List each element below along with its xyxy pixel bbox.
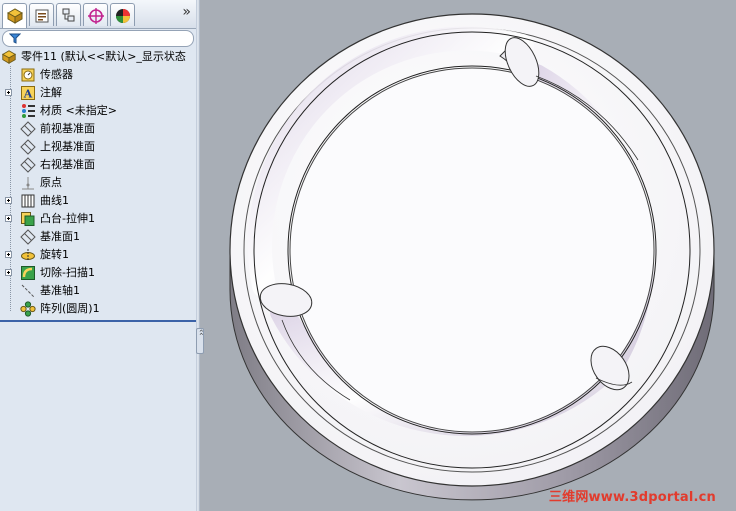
tree-item-label: 基准轴1: [40, 284, 80, 297]
part-icon: [1, 50, 17, 64]
tree-item-origin[interactable]: 原点: [0, 174, 196, 192]
tree-root-part[interactable]: 零件11 (默认<<默认>_显示状态: [0, 48, 196, 66]
tab-dimxpert-manager[interactable]: [83, 3, 108, 26]
feature-manager-icon: [6, 8, 24, 24]
watermark-text: 三维网www.3dportal.cn: [548, 490, 716, 505]
manager-tab-bar: »: [0, 0, 196, 29]
display-manager-icon: [116, 9, 130, 23]
configuration-manager-icon: [62, 8, 75, 22]
tree-item-label: 注解: [40, 86, 62, 99]
tree-item-circular-pattern[interactable]: 阵列(圆周)1: [0, 300, 196, 318]
revolve-icon: [21, 249, 35, 261]
expand-toggle[interactable]: [5, 89, 12, 96]
expand-toggle[interactable]: [5, 251, 12, 258]
material-icon: [22, 104, 35, 118]
tree-item-label: 原点: [40, 176, 62, 189]
tab-configuration-manager[interactable]: [56, 3, 81, 26]
plane-icon: [20, 157, 36, 173]
tree-item-right-plane[interactable]: 右视基准面: [0, 156, 196, 174]
tree-item-annotations[interactable]: A 注解: [0, 84, 196, 102]
tree-end-divider: [0, 320, 196, 322]
tree-item-front-plane[interactable]: 前视基准面: [0, 120, 196, 138]
more-tabs-button[interactable]: »: [182, 4, 191, 20]
circular-pattern-icon: [20, 301, 36, 317]
filter-icon: [9, 33, 21, 44]
expand-toggle[interactable]: [5, 197, 12, 204]
tree-item-curve[interactable]: 曲线1: [0, 192, 196, 210]
tree-root-label: 零件11 (默认<<默认>_显示状态: [21, 50, 186, 63]
tree-item-label: 右视基准面: [40, 158, 95, 171]
tree-item-label: 基准面1: [40, 230, 80, 243]
extrude-icon: [21, 212, 35, 226]
tree-item-label: 凸台-拉伸1: [40, 212, 95, 225]
tree-item-top-plane[interactable]: 上视基准面: [0, 138, 196, 156]
tree-item-label: 传感器: [40, 68, 73, 81]
feature-tree: 零件11 (默认<<默认>_显示状态 传感器 A 注解 材质 <未指定> 前视基…: [0, 48, 196, 318]
tree-item-label: 上视基准面: [40, 140, 95, 153]
tree-item-sensors[interactable]: 传感器: [0, 66, 196, 84]
plane-icon: [20, 139, 36, 155]
svg-text:A: A: [23, 88, 33, 101]
annotation-icon: A: [21, 86, 35, 101]
expand-toggle[interactable]: [5, 215, 12, 222]
part-model-render: [229, 13, 715, 501]
tab-display-manager[interactable]: [110, 3, 135, 26]
tree-item-label: 曲线1: [40, 194, 69, 207]
tree-item-boss-extrude[interactable]: 凸台-拉伸1: [0, 210, 196, 228]
sweep-cut-icon: [21, 266, 35, 280]
tree-item-label: 阵列(圆周)1: [40, 302, 100, 315]
feature-manager-panel: » 零件11 (默认<<默认>_显示状态 传感器 A 注解 材质 <未指定> 前…: [0, 0, 196, 511]
dimxpert-icon: [88, 8, 104, 24]
curve-icon: [21, 194, 35, 208]
filter-input[interactable]: [2, 30, 194, 47]
expand-toggle[interactable]: [5, 269, 12, 276]
plane-icon: [20, 229, 36, 245]
tree-item-label: 旋转1: [40, 248, 69, 261]
graphics-viewport[interactable]: 三维网www.3dportal.cn: [200, 0, 736, 511]
origin-icon: [22, 177, 34, 190]
axis-icon: [21, 284, 35, 298]
tree-item-label: 材质 <未指定>: [40, 104, 117, 117]
tab-property-manager[interactable]: [29, 3, 54, 26]
tree-item-revolve[interactable]: 旋转1: [0, 246, 196, 264]
tree-item-cut-sweep[interactable]: 切除-扫描1: [0, 264, 196, 282]
tree-item-axis[interactable]: 基准轴1: [0, 282, 196, 300]
plane-icon: [20, 121, 36, 137]
property-manager-icon: [35, 9, 49, 23]
tree-item-plane1[interactable]: 基准面1: [0, 228, 196, 246]
tree-item-label: 前视基准面: [40, 122, 95, 135]
tree-item-label: 切除-扫描1: [40, 266, 95, 279]
tab-feature-manager[interactable]: [2, 3, 27, 28]
tree-item-material[interactable]: 材质 <未指定>: [0, 102, 196, 120]
sensor-icon: [21, 68, 35, 82]
